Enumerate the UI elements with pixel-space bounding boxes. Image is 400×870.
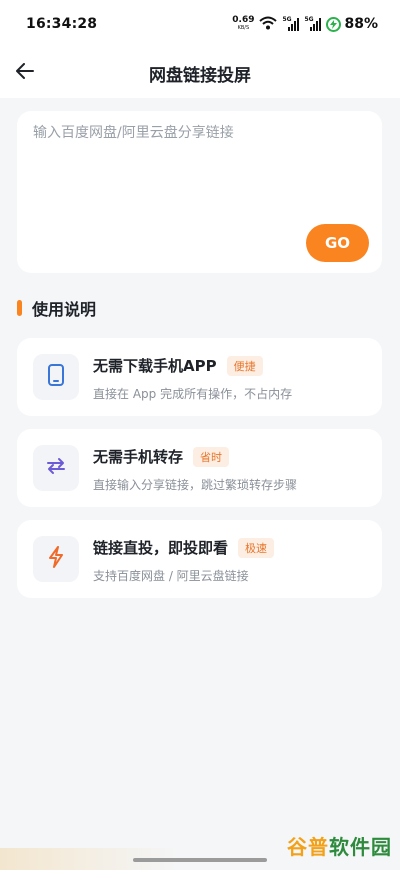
feature-title-row: 无需手机转存 省时	[93, 446, 230, 467]
watermark-text-a: 谷普	[287, 835, 329, 859]
network-speed: 0.69 KB/S	[232, 16, 254, 32]
network-speed-unit: KB/S	[237, 25, 250, 31]
status-icons: 0.69 KB/S 5G 5G 88%	[232, 15, 378, 34]
section-header: 使用说明	[17, 296, 96, 320]
battery-percent: 88%	[344, 16, 378, 32]
feature-title: 无需手机转存	[93, 448, 184, 466]
battery-indicator: 88%	[326, 16, 378, 32]
arrow-left-icon	[16, 63, 34, 83]
feature-icon-box	[33, 536, 79, 582]
signal-tag: 5G	[304, 15, 314, 23]
feature-title: 链接直投，即投即看	[93, 539, 229, 557]
feature-card-no-app: 无需下载手机APP 便捷 直接在 App 完成所有操作，不占内存	[17, 338, 382, 416]
section-accent-bar	[17, 300, 22, 316]
feature-title: 无需下载手机APP	[93, 357, 217, 375]
feature-badge: 极速	[238, 537, 275, 558]
watermark-logo: 谷普 软件园	[287, 831, 392, 860]
status-bar: 16:34:28 0.69 KB/S 5G 5G 88%	[0, 0, 400, 48]
feature-title-row: 无需下载手机APP 便捷	[93, 355, 263, 376]
lightning-icon	[47, 546, 65, 572]
cell-signal-icon-1: 5G	[282, 15, 300, 31]
feature-description: 直接在 App 完成所有操作，不占内存	[93, 387, 293, 401]
battery-charging-icon	[326, 16, 342, 32]
feature-card-direct-cast: 链接直投，即投即看 极速 支持百度网盘 / 阿里云盘链接	[17, 520, 382, 598]
back-button[interactable]	[10, 58, 40, 88]
feature-badge: 省时	[193, 446, 230, 467]
phone-icon	[47, 364, 65, 390]
section-title: 使用说明	[32, 300, 97, 319]
feature-badge: 便捷	[226, 355, 263, 376]
feature-card-no-transfer: 无需手机转存 省时 直接输入分享链接，跳过繁琐转存步骤	[17, 429, 382, 507]
network-speed-value: 0.69	[232, 15, 255, 25]
watermark-text-b: 软件园	[329, 835, 392, 859]
page-title: 网盘链接投屏	[149, 65, 251, 86]
nav-bar: 网盘链接投屏	[0, 48, 400, 98]
signal-tag: 5G	[282, 15, 292, 23]
swap-arrows-icon	[45, 456, 67, 480]
feature-title-row: 链接直投，即投即看 极速	[93, 537, 275, 558]
go-button[interactable]: GO	[306, 224, 369, 262]
feature-icon-box	[33, 354, 79, 400]
feature-icon-box	[33, 445, 79, 491]
share-link-input[interactable]	[33, 123, 363, 223]
cell-signal-icon-2: 5G	[304, 15, 322, 31]
status-time: 16:34:28	[26, 16, 98, 32]
feature-description: 直接输入分享链接，跳过繁琐转存步骤	[93, 478, 298, 492]
link-input-card: GO	[17, 111, 382, 273]
home-indicator[interactable]	[133, 858, 267, 862]
feature-description: 支持百度网盘 / 阿里云盘链接	[93, 569, 249, 583]
wifi-icon	[259, 15, 278, 34]
